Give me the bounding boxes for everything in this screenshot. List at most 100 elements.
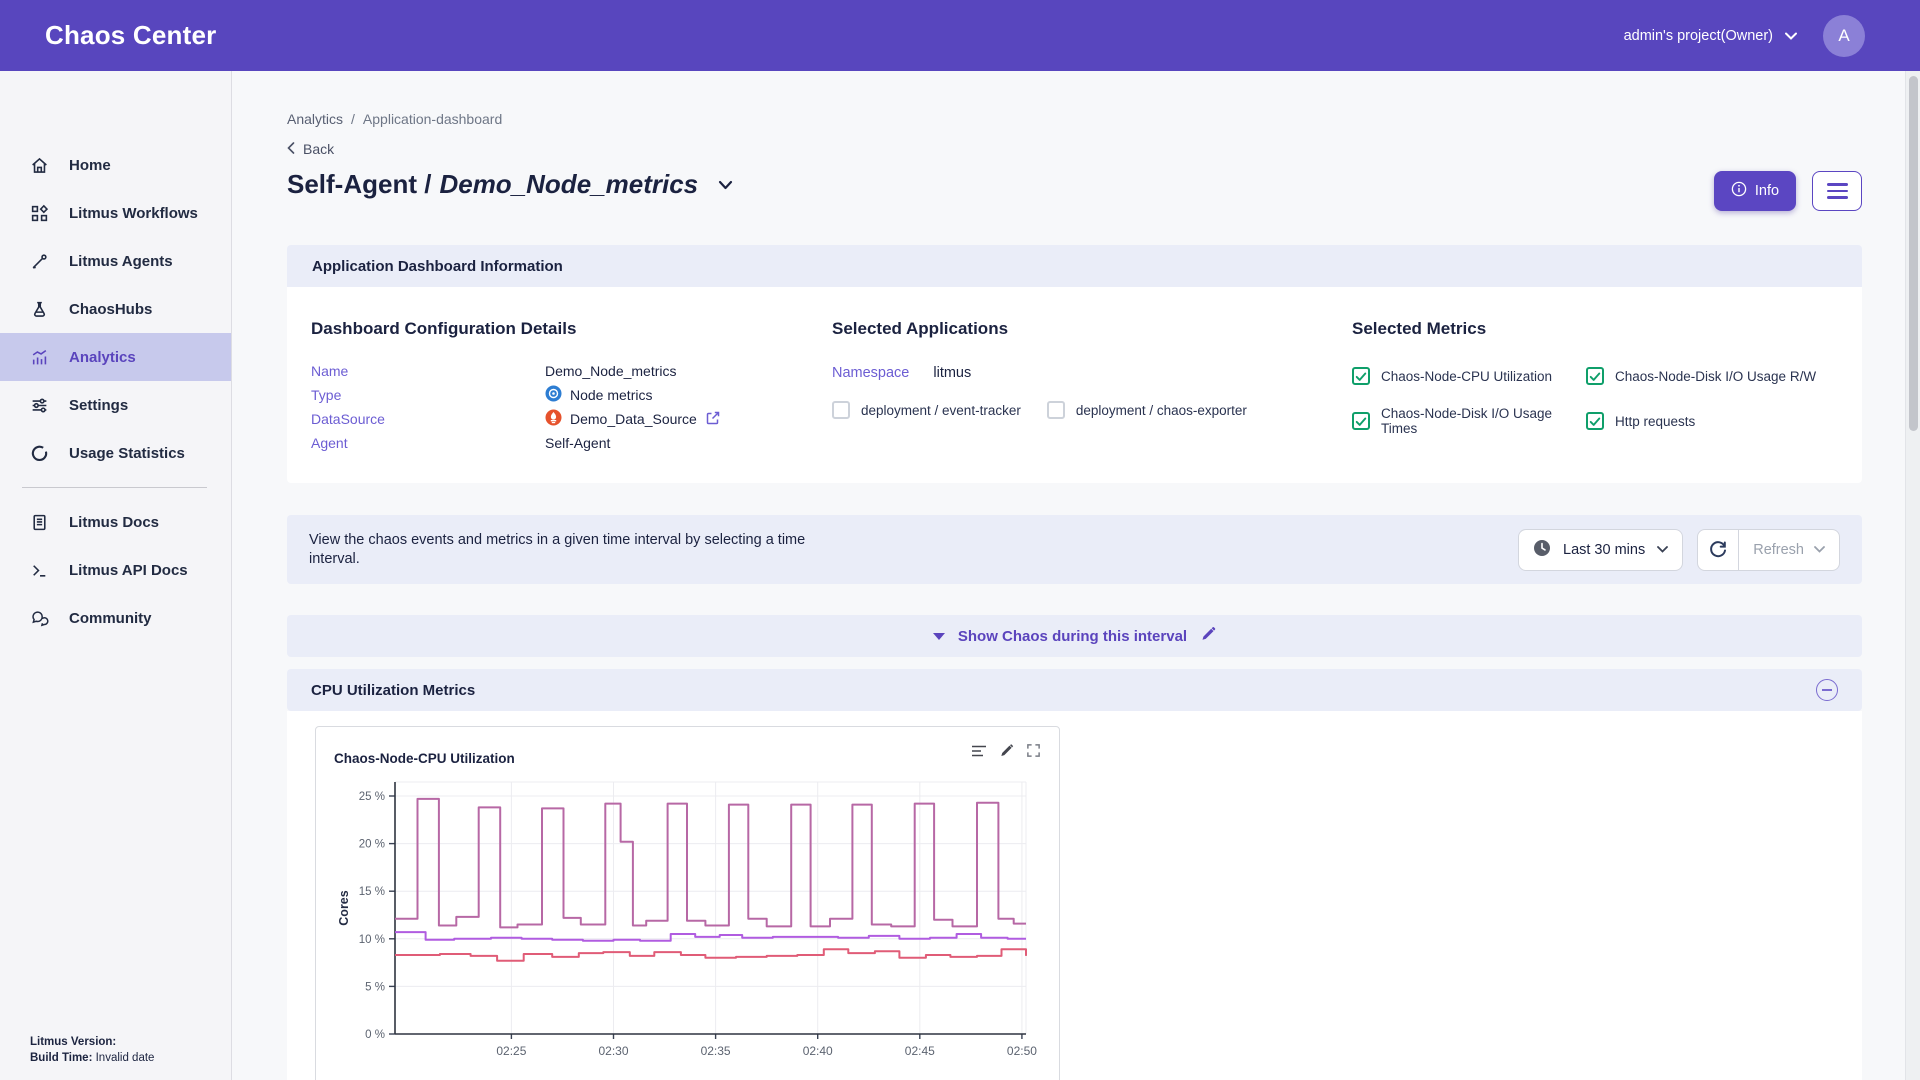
sidebar-item-settings[interactable]: Settings: [0, 381, 231, 429]
time-interval-description: View the chaos events and metrics in a g…: [309, 531, 805, 569]
config-value: Demo_Data_Source: [570, 411, 697, 427]
sidebar-item-label: Community: [69, 610, 152, 627]
breadcrumb-analytics[interactable]: Analytics: [287, 111, 343, 127]
analytics-icon: [30, 348, 49, 367]
sidebar-item-label: Home: [69, 157, 111, 174]
prometheus-icon: [545, 409, 562, 429]
app-root: Chaos Center admin's project(Owner) A Ho…: [0, 0, 1920, 1080]
namespace-value: litmus: [933, 365, 971, 381]
app-header: Chaos Center admin's project(Owner) A: [0, 0, 1920, 71]
application-label: deployment / event-tracker: [861, 403, 1021, 418]
chart-fullscreen-icon[interactable]: [1026, 743, 1041, 758]
info-button[interactable]: Info: [1714, 171, 1796, 211]
scrollbar-thumb[interactable]: [1909, 76, 1918, 431]
main-content: Analytics / Application-dashboard Back S…: [232, 71, 1920, 1080]
svg-text:02:25: 02:25: [496, 1044, 526, 1058]
metric-label: Chaos-Node-Disk I/O Usage Times: [1381, 406, 1586, 436]
svg-text:02:35: 02:35: [701, 1044, 731, 1058]
metrics-heading: Selected Metrics: [1352, 319, 1838, 339]
config-row-name: Name Demo_Node_metrics: [311, 359, 832, 383]
project-selector[interactable]: admin's project(Owner): [1624, 28, 1797, 44]
triangle-down-icon: [933, 633, 945, 640]
cpu-metrics-section-header: CPU Utilization Metrics: [287, 669, 1862, 711]
metric-checkbox-item: Chaos-Node-Disk I/O Usage Times: [1352, 406, 1586, 436]
checkbox-checked[interactable]: [1352, 367, 1370, 385]
info-icon: [1731, 181, 1747, 201]
chart-title: Chaos-Node-CPU Utilization: [334, 743, 515, 766]
app-logo: Chaos Center: [0, 20, 216, 51]
version-info: Litmus Version: Build Time: Invalid date: [30, 1034, 154, 1066]
clock-icon: [1533, 539, 1551, 561]
sidebar-item-home[interactable]: Home: [0, 141, 231, 189]
checkbox-checked[interactable]: [1352, 412, 1370, 430]
cpu-chart-card: Chaos-Node-CPU Utilization 0 %5 %10 %15 …: [315, 726, 1060, 1080]
checkbox-checked[interactable]: [1586, 412, 1604, 430]
config-label: Agent: [311, 435, 545, 451]
build-time-label: Build Time:: [30, 1052, 92, 1064]
panel-header: Application Dashboard Information: [287, 245, 1862, 287]
svg-text:25 %: 25 %: [359, 791, 385, 803]
terminal-icon: [30, 561, 49, 580]
show-chaos-toggle[interactable]: Show Chaos during this interval: [287, 615, 1862, 657]
breadcrumb-separator: /: [351, 111, 355, 127]
refresh-label: Refresh: [1753, 542, 1804, 558]
docs-icon: [30, 513, 49, 532]
sidebar-item-label: Settings: [69, 397, 128, 414]
avatar[interactable]: A: [1823, 15, 1865, 57]
svg-text:5 %: 5 %: [365, 981, 385, 993]
sidebar-item-community[interactable]: Community: [0, 594, 231, 642]
vertical-scrollbar: [1905, 71, 1920, 1080]
metric-label: Chaos-Node-CPU Utilization: [1381, 369, 1552, 384]
dashboard-info-panel: Application Dashboard Information Dashbo…: [287, 245, 1862, 483]
config-heading: Dashboard Configuration Details: [311, 319, 832, 339]
title-dropdown-caret[interactable]: [718, 180, 733, 190]
project-name: admin's project(Owner): [1624, 28, 1773, 44]
edit-pencil-icon[interactable]: [1200, 626, 1216, 647]
collapse-section-button[interactable]: [1816, 679, 1838, 701]
chaoshubs-icon: [30, 300, 49, 319]
time-range-selector[interactable]: Last 30 mins: [1518, 529, 1683, 571]
config-row-datasource: DataSource Demo_Data_Source: [311, 407, 832, 431]
back-link[interactable]: Back: [287, 141, 1862, 157]
config-label: DataSource: [311, 411, 545, 427]
config-details-column: Dashboard Configuration Details Name Dem…: [311, 307, 832, 455]
chart-options-list-icon[interactable]: [971, 744, 987, 758]
sidebar-item-litmus-workflows[interactable]: Litmus Workflows: [0, 189, 231, 237]
application-checkbox-item: deployment / event-tracker: [832, 401, 1021, 419]
sidebar-item-label: Litmus Docs: [69, 514, 159, 531]
refresh-now-button[interactable]: [1697, 529, 1739, 571]
config-row-type: Type Node metrics: [311, 383, 832, 407]
svg-text:20 %: 20 %: [359, 839, 385, 851]
sidebar-item-usage-statistics[interactable]: Usage Statistics: [0, 429, 231, 477]
checkbox-unchecked[interactable]: [832, 401, 850, 419]
dashboard-menu-button[interactable]: [1812, 171, 1862, 211]
selected-applications-column: Selected Applications Namespace litmus d…: [832, 307, 1352, 455]
chevron-down-icon: [1785, 28, 1797, 44]
config-label: Name: [311, 363, 545, 379]
svg-text:02:45: 02:45: [905, 1044, 935, 1058]
refresh-interval-selector[interactable]: Refresh: [1739, 529, 1840, 571]
sidebar-item-label: Litmus Agents: [69, 253, 173, 270]
checkbox-unchecked[interactable]: [1047, 401, 1065, 419]
workflows-icon: [30, 204, 49, 223]
applications-heading: Selected Applications: [832, 319, 1352, 339]
config-value: Node metrics: [570, 387, 652, 403]
page-title: Self-Agent / Demo_Node_metrics: [287, 169, 733, 200]
settings-sliders-icon: [30, 396, 49, 415]
sidebar-item-litmus-docs[interactable]: Litmus Docs: [0, 498, 231, 546]
sidebar-item-litmus-api-docs[interactable]: Litmus API Docs: [0, 546, 231, 594]
metric-label: Http requests: [1615, 414, 1695, 429]
checkbox-checked[interactable]: [1586, 367, 1604, 385]
chart-edit-pencil-icon[interactable]: [999, 743, 1014, 758]
sidebar-item-litmus-agents[interactable]: Litmus Agents: [0, 237, 231, 285]
sidebar-item-label: Litmus API Docs: [69, 562, 188, 579]
sidebar: Home Litmus Workflows Litmus Agents Chao…: [0, 71, 232, 1080]
sidebar-item-chaoshubs[interactable]: ChaosHubs: [0, 285, 231, 333]
config-value: Demo_Node_metrics: [545, 363, 677, 379]
sidebar-item-label: Litmus Workflows: [69, 205, 198, 222]
external-link-icon[interactable]: [705, 410, 721, 429]
cpu-section-title: CPU Utilization Metrics: [311, 682, 475, 699]
sidebar-item-analytics[interactable]: Analytics: [0, 333, 231, 381]
chevron-down-icon: [1657, 546, 1668, 553]
sidebar-item-label: Usage Statistics: [69, 445, 185, 462]
